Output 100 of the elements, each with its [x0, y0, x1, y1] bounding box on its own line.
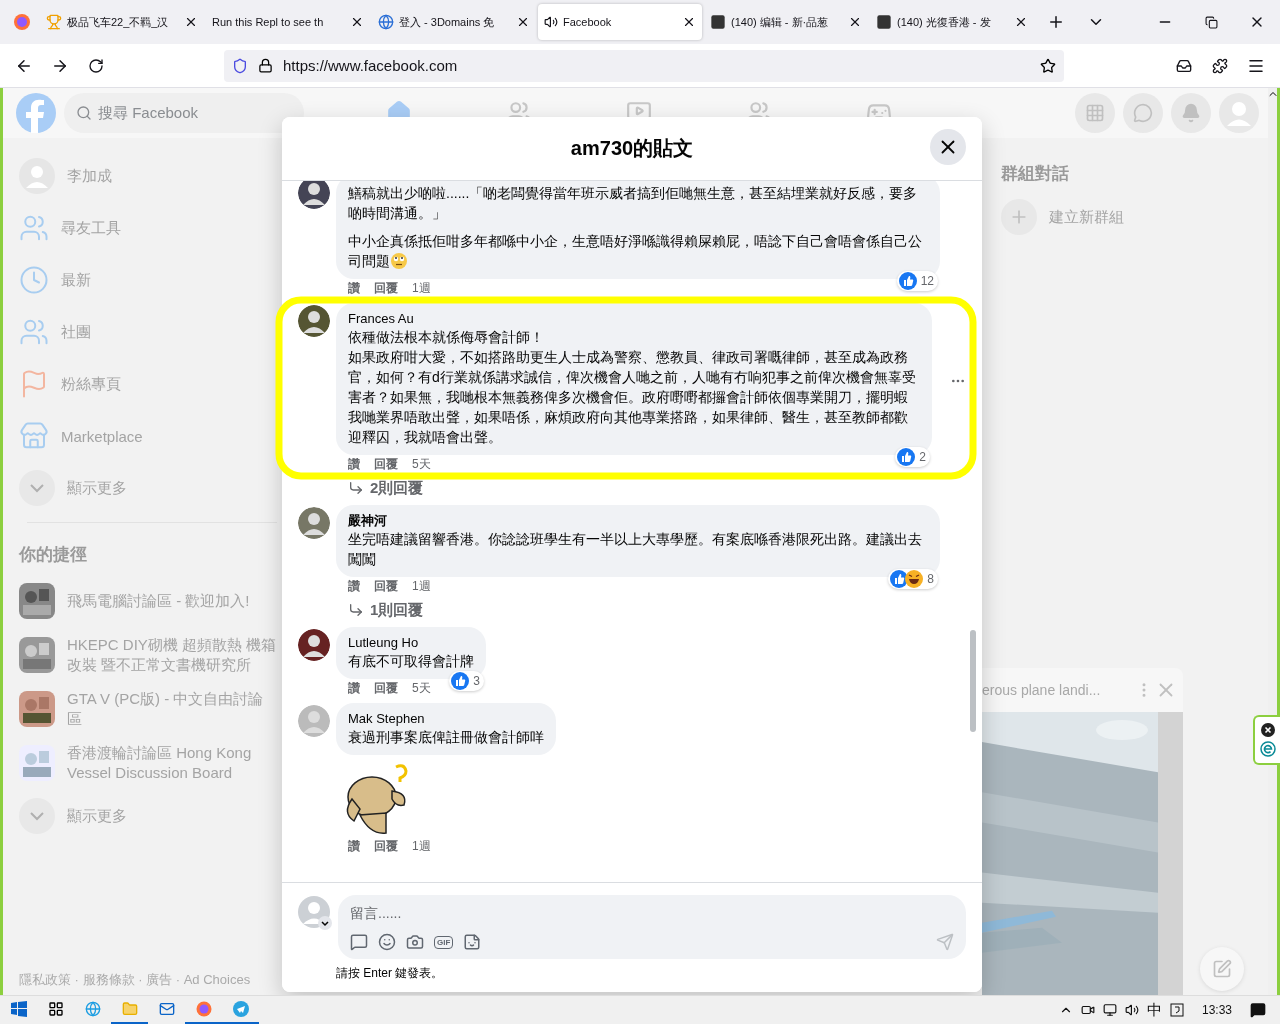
avatar-sticker-icon[interactable] — [350, 933, 368, 951]
tab-close-icon[interactable] — [1014, 15, 1028, 29]
browser-icon[interactable] — [84, 1001, 101, 1017]
new-tab-icon[interactable] — [1047, 13, 1065, 31]
avatar — [298, 305, 330, 337]
footer-links: 隱私政策 · 服務條款 · 廣告 · Ad Choices — [18, 971, 252, 989]
reply-link[interactable]: 回覆 — [374, 681, 398, 695]
mail-icon[interactable] — [158, 1001, 175, 1017]
tab-close-icon[interactable] — [848, 15, 862, 29]
shortcut-label: 香港渡輪討論區 Hong Kong Vessel Discussion Board — [67, 743, 253, 783]
reply-link[interactable]: 回覆 — [374, 457, 398, 471]
avatar — [298, 895, 332, 931]
address-bar[interactable]: https://www.facebook.com — [224, 49, 1064, 82]
scroll-thumb[interactable] — [970, 630, 976, 732]
globe-icon — [378, 14, 394, 30]
shortcut-label: 飛馬電腦討論區 - 歡迎加入! — [67, 591, 250, 611]
hint-text: 請按 Enter 鍵發表。 — [335, 965, 445, 982]
comment-text: 衰過刑事案底俾註冊做會計師咩 — [348, 728, 544, 747]
comment-field[interactable]: 留言...... GIF — [338, 895, 966, 959]
video-title: erous plane landi... — [982, 682, 1102, 698]
comment-text: 如果政府咁大愛，不如搭路助更生人士成為警察、懲教員、律政司署嘅律師，甚至成為政務官，如何？有d行業就係講求誠信，俾次機會人哋之前，人哋有冇响犯事之前俾次機會無辜受害者？如果無，我哋根本無義務俾多次機會佢。政府嘢嘢都攞會計師依個專業開刀，擺明蝦我哋業界唔敢出聲，如果唔係，麻煩政府向其他專業搭路，如果律師、醫生，甚至教師都歡迎釋囚，我就唔會出聲。 — [348, 348, 917, 447]
task-view-icon[interactable] — [47, 1001, 64, 1017]
firefox-icon[interactable] — [13, 13, 31, 31]
telegram-icon[interactable] — [232, 1001, 249, 1017]
site-icon — [710, 14, 726, 30]
network-icon[interactable] — [1102, 1003, 1117, 1017]
volume-icon[interactable] — [1124, 1003, 1139, 1017]
comment-time: 1週 — [412, 281, 431, 295]
pocket-icon[interactable] — [1176, 57, 1192, 74]
url-text: https://www.facebook.com — [283, 57, 459, 74]
view-replies-link[interactable]: 2則回覆 — [336, 471, 436, 497]
comment-text: 鱔稿就出少啲啦......「啲老闆覺得當年班示威者搞到佢哋無生意，甚至結埋業就好反感，要多啲時間溝通。」 — [348, 184, 919, 223]
like-link[interactable]: 讚 — [348, 579, 360, 593]
browser-tab[interactable]: (140) 光復香港 - 发 — [870, 4, 1034, 40]
emoji-icon[interactable] — [378, 933, 396, 951]
tab-close-icon[interactable] — [184, 15, 198, 29]
input-method-indicator: 中 — [1146, 1000, 1162, 1020]
browser-tab[interactable]: Facebook — [538, 4, 702, 40]
reaction-count: 2 — [919, 450, 926, 464]
comment-text: 坐完唔建議留響香港。你諗諗班學生有一半以上大專學歷。有案底喺香港限死出路。建議出去闖闖 — [348, 530, 923, 569]
section-heading: 群組對話 — [1000, 163, 1070, 185]
browser-tab[interactable]: 极品飞车22_不羁_汉 — [40, 4, 204, 40]
browser-tab[interactable]: Run this Repl to see th — [206, 4, 370, 40]
search-field[interactable]: 搜尋 Facebook — [64, 93, 304, 133]
like-link[interactable]: 讚 — [348, 457, 360, 471]
browser-tab[interactable]: (140) 编辑 - 新·品葱 — [704, 4, 868, 40]
like-link[interactable]: 讚 — [348, 281, 360, 295]
comment-time: 1週 — [412, 839, 431, 853]
browser-tab[interactable]: 登入 - 3Domains 免 — [372, 4, 536, 40]
comment-author: Mak Stephen — [348, 711, 426, 727]
reaction-count: 8 — [927, 572, 934, 586]
reply-arrow-icon — [348, 602, 364, 618]
like-link[interactable]: 讚 — [348, 681, 360, 695]
comment-author: 嚴神河 — [348, 513, 388, 529]
camera-icon[interactable] — [406, 933, 424, 951]
site-icon — [876, 14, 892, 30]
reply-link[interactable]: 回覆 — [374, 579, 398, 593]
comment-time: 5天 — [412, 457, 431, 471]
trophy-icon — [46, 14, 62, 30]
reaction-count: 12 — [920, 274, 934, 288]
reaction-count: 3 — [473, 674, 480, 688]
shield-icon — [232, 57, 248, 74]
groups-icon — [19, 317, 49, 347]
search-icon — [76, 105, 92, 121]
comment-time: 5天 — [412, 681, 431, 695]
comment-time: 1週 — [412, 579, 431, 593]
grid-icon — [1085, 103, 1105, 123]
tab-close-icon[interactable] — [350, 15, 364, 29]
close-icon[interactable] — [1260, 723, 1275, 737]
reload-icon[interactable] — [88, 57, 104, 74]
extension-icon[interactable] — [1259, 741, 1276, 757]
reply-link[interactable]: 回覆 — [374, 281, 398, 295]
view-replies-link[interactable]: 1則回覆 — [336, 593, 436, 619]
comment-text: 有底不可取得會計牌 — [348, 652, 474, 671]
meeting-icon[interactable] — [1080, 1003, 1095, 1017]
close-button[interactable] — [930, 129, 966, 165]
notification-icon[interactable] — [1250, 1002, 1266, 1018]
start-icon[interactable] — [10, 1001, 27, 1017]
comment-text: 依種做法根本就係侮辱會計師！ — [348, 328, 545, 347]
chevron-down-icon — [19, 470, 55, 506]
avatar — [298, 629, 330, 661]
gif-button[interactable]: GIF — [434, 935, 454, 949]
avatar — [298, 705, 330, 737]
like-link[interactable]: 讚 — [348, 839, 360, 853]
tab-close-icon[interactable] — [682, 15, 696, 29]
firefox-icon[interactable] — [195, 1001, 212, 1017]
tab-close-icon[interactable] — [516, 15, 530, 29]
bookmark-star-icon[interactable] — [1040, 57, 1056, 74]
clock-icon — [19, 265, 49, 295]
lock-icon — [258, 58, 273, 73]
clock-text: 13:33 — [1201, 1003, 1232, 1017]
comment-author: Lutleung Ho — [348, 635, 420, 651]
reply-link[interactable]: 回覆 — [374, 839, 398, 853]
section-heading: 你的捷徑 — [18, 544, 88, 566]
restore-icon[interactable] — [1204, 15, 1218, 29]
chat-bubble-icon — [1133, 103, 1153, 123]
extensions-icon[interactable] — [1212, 57, 1228, 74]
keyboard-mode-icon[interactable] — [1169, 1003, 1184, 1017]
sticker-icon[interactable] — [463, 933, 482, 951]
speaker-icon[interactable] — [544, 15, 558, 29]
